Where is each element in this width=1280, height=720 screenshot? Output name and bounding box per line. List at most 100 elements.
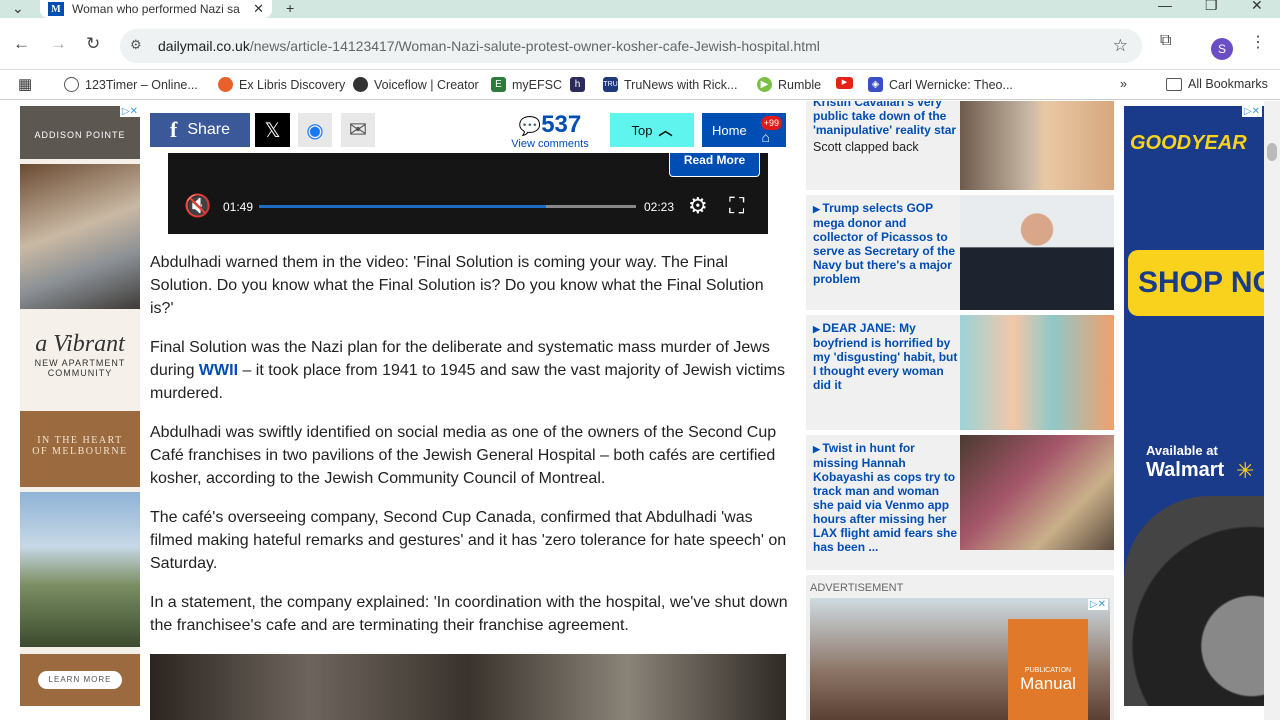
- muted-speaker-icon[interactable]: 🔇: [184, 193, 211, 219]
- reload-icon[interactable]: ↻: [86, 34, 100, 54]
- book-title: Manual: [1020, 674, 1076, 693]
- read-more-button[interactable]: Read More: [669, 153, 760, 177]
- bookmark-label: Rumble: [778, 77, 822, 92]
- minimize-icon[interactable]: —: [1158, 0, 1172, 13]
- left-ad[interactable]: ADDISON POINTE ▷✕ a Vibrant NEW APARTMEN…: [20, 106, 140, 706]
- web-page: ADDISON POINTE ▷✕ a Vibrant NEW APARTMEN…: [0, 101, 1280, 720]
- bookmark-youtube[interactable]: ▶: [836, 77, 859, 89]
- comment-count: 537: [541, 111, 582, 138]
- bookmark-carl-wernicke[interactable]: ◈ Carl Wernicke: Theo...: [868, 77, 1013, 92]
- x-share-button[interactable]: 𝕏: [255, 113, 290, 147]
- bookmark-star-icon[interactable]: ☆: [1113, 36, 1128, 56]
- messenger-share-button[interactable]: ◉: [298, 113, 332, 147]
- bookmark-label: Voiceflow | Creator: [374, 77, 479, 92]
- bookmark-label: TruNews with Rick...: [624, 77, 738, 92]
- article-paragraph: Final Solution was the Nazi plan for the…: [150, 336, 790, 405]
- article-paragraph: The café's overseeing company, Second Cu…: [150, 509, 787, 572]
- ad-heart-panel: IN THE HEART OF MELBOURNE: [20, 411, 140, 487]
- sidebar-story[interactable]: Kristin Cavallari's very public take dow…: [806, 101, 1114, 190]
- forward-icon[interactable]: →: [50, 34, 67, 54]
- clock-icon: [64, 77, 79, 92]
- triangle-right-icon: ▶: [813, 324, 823, 334]
- story-headline: ▶ DEAR JANE: My boyfriend is horrified b…: [813, 321, 958, 392]
- bookmark-rumble[interactable]: ▶ Rumble: [757, 77, 821, 92]
- headline-text: DEAR JANE: My boyfriend is horrified by …: [813, 321, 958, 392]
- available-at-text: Available at: [1146, 443, 1218, 458]
- restore-icon[interactable]: ❐: [1205, 0, 1218, 14]
- profile-avatar[interactable]: S: [1211, 38, 1233, 60]
- ad-heart-line2: OF MELBOURNE: [32, 446, 128, 457]
- active-tab[interactable]: M Woman who performed Nazi sa ✕: [40, 0, 272, 18]
- sidebar-story[interactable]: ▶ DEAR JANE: My boyfriend is horrified b…: [806, 315, 1114, 430]
- apps-grid-icon[interactable]: ▦: [18, 75, 32, 93]
- headline-text: Twist in hunt for missing Hannah Kobayas…: [813, 441, 958, 554]
- home-badge: +99: [760, 116, 782, 130]
- voiceflow-icon: [353, 77, 368, 92]
- extensions-icon[interactable]: ⧉: [1160, 32, 1171, 50]
- site-info-icon[interactable]: ⚙: [130, 37, 148, 55]
- rumble-icon: ▶: [757, 77, 772, 92]
- youtube-icon: ▶: [836, 77, 853, 89]
- story-headline: ▶ Twist in hunt for missing Hannah Kobay…: [813, 441, 958, 554]
- ad-line2: COMMUNITY: [47, 368, 113, 378]
- bookmark-label: myEFSC: [512, 77, 562, 92]
- home-button[interactable]: Home +99 ⌂: [702, 113, 786, 147]
- ad-choices-icon[interactable]: ▷✕: [119, 106, 140, 117]
- book-small-text: PUBLICATION: [1024, 667, 1072, 674]
- fullscreen-icon[interactable]: ⛶: [729, 193, 744, 219]
- new-tab-icon[interactable]: +: [286, 0, 294, 16]
- comments-link[interactable]: 💬537 View comments: [510, 111, 590, 151]
- bookmark-label: 123Timer – Online...: [85, 77, 198, 92]
- tab-strip: ⌄ M Woman who performed Nazi sa ✕ + — ❐ …: [0, 0, 1280, 18]
- sidebar-story[interactable]: ▶ Twist in hunt for missing Hannah Kobay…: [806, 435, 1114, 570]
- all-bookmarks[interactable]: All Bookmarks: [1166, 77, 1268, 91]
- top-label: Top: [631, 122, 653, 138]
- page-scrollbar[interactable]: [1264, 101, 1280, 720]
- more-bookmarks-icon[interactable]: »: [1120, 77, 1127, 91]
- sidebar-story[interactable]: ▶ Trump selects GOP mega donor and colle…: [806, 195, 1114, 310]
- walmart-text: Walmart: [1146, 459, 1225, 481]
- settings-gear-icon[interactable]: ⚙: [688, 193, 708, 219]
- ad-line1: NEW APARTMENT: [34, 358, 126, 368]
- tire-image: [1124, 496, 1264, 706]
- bookmark-h[interactable]: h: [570, 77, 591, 92]
- address-bar[interactable]: ⚙ dailymail.co.uk/news/article-14123417/…: [120, 29, 1142, 63]
- advertisement-block[interactable]: ADVERTISEMENT ▷✕ PUBLICATION Manual: [806, 575, 1114, 720]
- bookmark-trunews[interactable]: TRU TruNews with Rick...: [603, 77, 737, 92]
- article-image: [150, 654, 786, 720]
- trunews-icon: TRU: [603, 77, 618, 92]
- window-close-icon[interactable]: ✕: [1251, 0, 1263, 14]
- url-path: /news/article-14123417/Woman-Nazi-salute…: [249, 38, 820, 54]
- bookmark-myefsc[interactable]: EmyEFSC: [491, 77, 562, 92]
- close-tab-icon[interactable]: ✕: [253, 1, 264, 17]
- top-button[interactable]: Top ︿: [610, 113, 694, 147]
- facebook-share-button[interactable]: f Share: [150, 113, 250, 147]
- ad-cta-panel: LEARN MORE: [20, 654, 140, 706]
- url-host: dailymail.co.uk: [158, 38, 250, 54]
- ad-choices-icon[interactable]: ▷✕: [1087, 599, 1108, 610]
- ad-choices-icon[interactable]: ▷✕: [1241, 106, 1262, 117]
- menu-icon[interactable]: ⋮: [1250, 32, 1266, 52]
- bookmarks-bar: ▦ 123Timer – Online... Ex Libris Discove…: [0, 70, 1280, 100]
- bookmark-label: Carl Wernicke: Theo...: [889, 77, 1013, 92]
- email-share-button[interactable]: ✉: [341, 113, 375, 147]
- scrollbar-thumb[interactable]: [1267, 143, 1277, 161]
- learn-more-button[interactable]: LEARN MORE: [38, 671, 122, 689]
- manual-book: PUBLICATION Manual: [1008, 619, 1088, 720]
- tab-search-icon[interactable]: ⌄: [12, 0, 24, 17]
- comment-bubble-icon: 💬: [518, 116, 542, 136]
- back-icon[interactable]: ←: [13, 34, 30, 54]
- efsc-icon: E: [491, 77, 506, 92]
- bookmark-exlibris[interactable]: Ex Libris Discovery: [218, 77, 345, 92]
- share-label: Share: [187, 121, 231, 138]
- right-ad[interactable]: ▷✕ GOODYEAR SHOP NOW Available at Walmar…: [1124, 106, 1264, 706]
- video-player[interactable]: Read More 🔇 01:49 02:23 ⚙ ⛶: [168, 153, 768, 234]
- wwii-link[interactable]: WWII: [199, 362, 238, 379]
- video-progress-bar[interactable]: [259, 205, 636, 208]
- shop-now-button[interactable]: SHOP NOW: [1128, 250, 1264, 316]
- video-progress-fill: [259, 205, 546, 208]
- messenger-icon: ◉: [306, 119, 324, 142]
- bookmark-123timer[interactable]: 123Timer – Online...: [64, 77, 198, 92]
- bookmark-voiceflow[interactable]: Voiceflow | Creator: [353, 77, 479, 92]
- triangle-right-icon: ▶: [813, 444, 823, 454]
